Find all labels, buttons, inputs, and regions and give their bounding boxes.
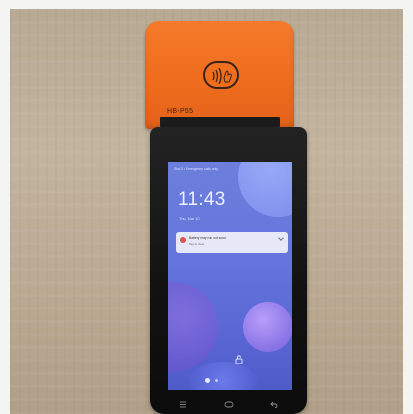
wallpaper-bubble: [243, 302, 292, 352]
status-bar-text: Slot-2 • Emergency calls only: [174, 167, 218, 171]
notification-title: Battery may run out soon: [189, 236, 226, 240]
menu-key-icon[interactable]: [179, 401, 187, 408]
notification-card[interactable]: Battery may run out soon Tap to view: [176, 232, 288, 253]
photo-background: HB-P55 Slot-2 • Emergency calls only 11:…: [10, 9, 403, 414]
battery-warning-icon: [180, 237, 186, 243]
lock-clock: 11:43: [178, 189, 226, 210]
notification-body: Tap to view: [189, 242, 205, 246]
chevron-down-icon[interactable]: [278, 235, 284, 241]
printer-model-label: HB-P55: [167, 108, 194, 115]
wallpaper-bubble: [238, 162, 292, 217]
back-key-icon[interactable]: [270, 401, 278, 408]
wallpaper-bubble: [168, 282, 218, 372]
lock-screen[interactable]: Slot-2 • Emergency calls only 11:43 Thu,…: [168, 162, 292, 390]
lock-open-icon[interactable]: [235, 355, 243, 364]
lock-date: Thu, Mar 10: [179, 217, 200, 221]
page-dot: [205, 378, 210, 383]
printer-head: HB-P55: [145, 21, 294, 129]
page-dot: [215, 379, 218, 382]
contactless-icon: [203, 61, 239, 89]
paper-slot: [160, 117, 280, 127]
wallpaper-bubble: [188, 362, 258, 390]
home-key-icon[interactable]: [224, 401, 234, 408]
